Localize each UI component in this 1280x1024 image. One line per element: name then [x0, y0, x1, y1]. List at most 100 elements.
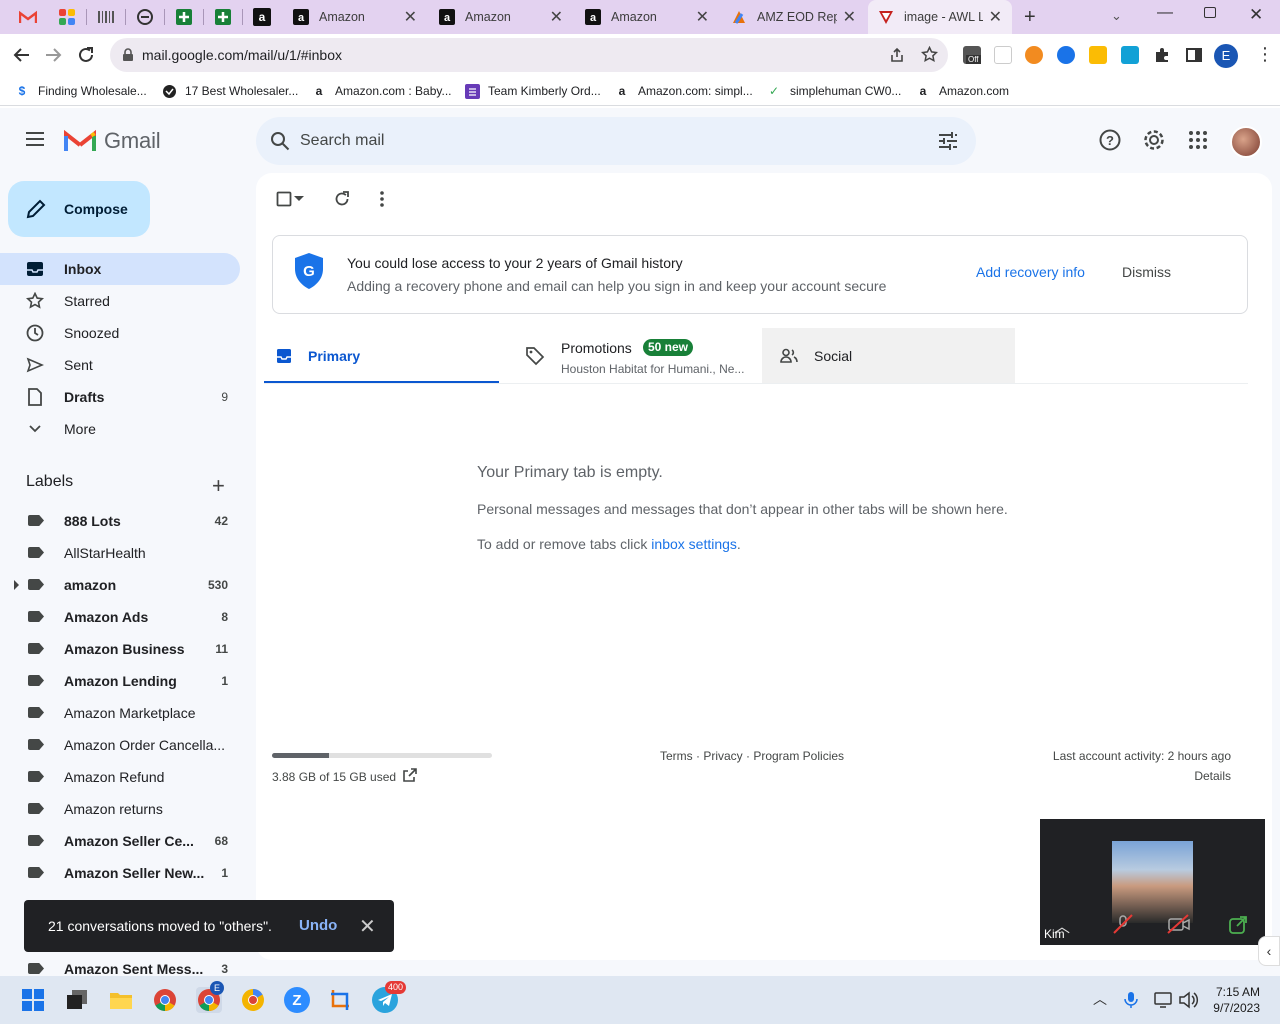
forward-icon[interactable]	[40, 42, 66, 68]
account-avatar[interactable]	[1230, 126, 1262, 158]
label-item[interactable]: Amazon Ads 8	[0, 601, 240, 633]
nav-drafts[interactable]: Drafts 9	[0, 381, 240, 413]
label-item[interactable]: Amazon Refund	[0, 761, 240, 793]
nav-snoozed[interactable]: Snoozed	[0, 317, 240, 349]
chrome-canary-icon[interactable]	[240, 987, 266, 1013]
tab-image-awl[interactable]: image - AWL La ✕	[868, 0, 1012, 34]
restore-icon[interactable]	[1204, 7, 1216, 18]
side-panel-toggle-icon[interactable]: ‹	[1258, 936, 1280, 966]
extension-icon-3[interactable]	[1025, 46, 1043, 64]
extensions-puzzle-icon[interactable]	[1149, 42, 1175, 68]
new-tab-icon[interactable]: +	[1024, 6, 1036, 29]
extension-icon-4[interactable]	[1057, 46, 1075, 64]
bookmark-item[interactable]: a Amazon.com : Baby...	[311, 82, 452, 100]
tab-amazon-2[interactable]: a Amazon ✕	[429, 0, 573, 34]
expand-arrow-icon[interactable]	[14, 580, 19, 590]
bookmark-item[interactable]: $ Finding Wholesale...	[14, 82, 147, 100]
refresh-icon[interactable]	[330, 187, 354, 211]
zoom-icon[interactable]: Z	[284, 987, 310, 1013]
label-item[interactable]: amazon 530	[0, 569, 240, 601]
tool-pinned-tab[interactable]	[134, 6, 156, 28]
mic-off-icon[interactable]	[1112, 913, 1134, 935]
sheets-pinned-tab[interactable]	[173, 6, 195, 28]
volume-icon[interactable]	[1179, 991, 1199, 1009]
google-apps-icon[interactable]	[1186, 128, 1210, 152]
close-tab-icon[interactable]: ✕	[989, 7, 1002, 27]
search-options-icon[interactable]	[938, 131, 958, 151]
address-bar[interactable]: mail.google.com/mail/u/1/#inbox	[110, 38, 948, 72]
reload-icon[interactable]	[73, 42, 99, 68]
main-menu-icon[interactable]	[24, 130, 46, 148]
label-item[interactable]: Amazon Order Cancella...	[0, 729, 240, 761]
label-item[interactable]: Amazon Seller Ce... 68	[0, 825, 240, 857]
bookmark-item[interactable]: a Amazon.com	[915, 82, 1009, 100]
close-tab-icon[interactable]: ✕	[550, 7, 563, 27]
bookmark-item[interactable]: Team Kimberly Ord...	[464, 82, 601, 100]
close-icon[interactable]: ✕	[359, 914, 376, 939]
extension-icon-2[interactable]	[994, 46, 1012, 64]
extension-off-icon[interactable]: Off	[963, 46, 981, 64]
extension-icon-5[interactable]	[1089, 46, 1107, 64]
tab-amazon-3[interactable]: a Amazon ✕	[575, 0, 719, 34]
file-explorer-icon[interactable]	[108, 987, 134, 1013]
task-view-icon[interactable]	[64, 987, 90, 1013]
bookmark-item[interactable]: a Amazon.com: simpl...	[614, 82, 753, 100]
label-item[interactable]: 888 Lots 42	[0, 505, 240, 537]
search-bar[interactable]: Search mail	[256, 117, 976, 165]
close-tab-icon[interactable]: ✕	[843, 7, 856, 27]
footer-policy-links[interactable]: Terms · Privacy · Program Policies	[660, 749, 844, 763]
video-call-overlay[interactable]: ︿ Kim	[1040, 819, 1265, 945]
label-item[interactable]: Amazon Lending 1	[0, 665, 240, 697]
label-item[interactable]: Amazon Marketplace	[0, 697, 240, 729]
microphone-icon[interactable]	[1124, 991, 1138, 1009]
profile-avatar[interactable]: E	[1214, 44, 1238, 68]
close-window-icon[interactable]: ✕	[1249, 5, 1263, 25]
more-options-icon[interactable]	[370, 187, 394, 211]
close-tab-icon[interactable]: ✕	[404, 7, 417, 27]
nav-more[interactable]: More	[0, 413, 240, 445]
close-tab-icon[interactable]: ✕	[696, 7, 709, 27]
tab-social[interactable]: Social	[762, 328, 1015, 384]
network-icon[interactable]	[1154, 991, 1174, 1009]
nav-starred[interactable]: Starred	[0, 285, 240, 317]
label-item[interactable]: AllStarHealth	[0, 537, 240, 569]
nav-sent[interactable]: Sent	[0, 349, 240, 381]
tab-amazon-1[interactable]: a Amazon ✕	[283, 0, 427, 34]
bookmark-item[interactable]: ✓ simplehuman CW0...	[766, 82, 901, 100]
details-link[interactable]: Details	[1194, 769, 1231, 783]
tab-promotions[interactable]: Promotions 50 new Houston Habitat for Hu…	[499, 328, 762, 384]
select-dropdown-icon[interactable]	[292, 187, 306, 211]
tab-primary[interactable]: Primary	[264, 328, 499, 384]
apps-pinned-tab[interactable]	[56, 6, 78, 28]
gmail-pinned-tab[interactable]	[17, 6, 39, 28]
create-label-icon[interactable]: +	[212, 473, 225, 499]
open-in-window-icon[interactable]	[1228, 915, 1248, 935]
dismiss-button[interactable]: Dismiss	[1122, 264, 1171, 280]
search-input[interactable]: Search mail	[300, 132, 384, 150]
sheets-pinned-tab-2[interactable]	[212, 6, 234, 28]
label-item[interactable]: Amazon Business 11	[0, 633, 240, 665]
side-panel-icon[interactable]	[1181, 42, 1207, 68]
amazon-pinned-tab[interactable]: a	[251, 6, 273, 28]
camera-off-icon[interactable]	[1166, 913, 1192, 935]
chrome-profile-icon[interactable]: E	[196, 981, 224, 1013]
gmail-logo[interactable]: Gmail	[64, 128, 161, 154]
browser-menu-icon[interactable]: ⋮	[1256, 44, 1274, 65]
inbox-settings-link[interactable]: inbox settings	[651, 536, 737, 552]
chrome-icon[interactable]	[152, 987, 178, 1013]
open-external-icon[interactable]	[402, 767, 418, 783]
telegram-icon[interactable]: 400	[372, 981, 407, 1013]
settings-gear-icon[interactable]	[1142, 128, 1166, 152]
barcode-pinned-tab[interactable]	[95, 6, 117, 28]
help-icon[interactable]: ?	[1098, 128, 1122, 152]
bookmark-item[interactable]: 17 Best Wholesaler...	[161, 82, 298, 100]
tab-amz-eod-report[interactable]: AMZ EOD Repo ✕	[721, 0, 866, 34]
undo-button[interactable]: Undo	[299, 917, 337, 934]
add-recovery-info-button[interactable]: Add recovery info	[976, 264, 1085, 280]
label-item[interactable]: Amazon Seller New... 1	[0, 857, 240, 889]
tab-search-chevron-icon[interactable]: ⌄	[1111, 8, 1122, 24]
system-clock[interactable]: 7:15 AM 9/7/2023	[1213, 984, 1260, 1016]
show-hidden-icons-chevron-icon[interactable]: ︿	[1093, 989, 1107, 1009]
nav-inbox[interactable]: Inbox	[0, 253, 240, 285]
windows-start-icon[interactable]	[20, 987, 46, 1013]
